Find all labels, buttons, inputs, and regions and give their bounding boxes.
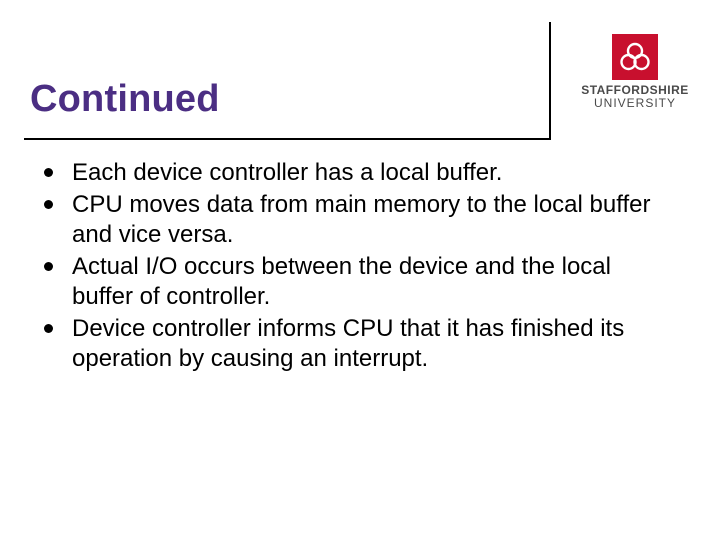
logo-line1: STAFFORDSHIRE bbox=[581, 83, 689, 97]
bullet-text: Actual I/O occurs between the device and… bbox=[72, 253, 611, 310]
list-item: Device controller informs CPU that it ha… bbox=[42, 314, 660, 374]
list-item: CPU moves data from main memory to the l… bbox=[42, 190, 660, 250]
body-text: Each device controller has a local buffe… bbox=[42, 158, 660, 376]
divider-vertical bbox=[549, 22, 551, 138]
list-item: Actual I/O occurs between the device and… bbox=[42, 252, 660, 312]
logo-text: STAFFORDSHIRE UNIVERSITY bbox=[580, 84, 690, 110]
list-item: Each device controller has a local buffe… bbox=[42, 158, 660, 188]
university-logo: STAFFORDSHIRE UNIVERSITY bbox=[580, 34, 690, 110]
logo-mark bbox=[612, 34, 658, 80]
bullet-text: CPU moves data from main memory to the l… bbox=[72, 191, 650, 248]
bullet-text: Device controller informs CPU that it ha… bbox=[72, 315, 624, 372]
staffordshire-knot-icon bbox=[618, 40, 652, 74]
slide: Continued STAFFORDSHIRE UNIVERSITY Each … bbox=[0, 0, 720, 540]
logo-line2: UNIVERSITY bbox=[594, 96, 676, 110]
bullet-list: Each device controller has a local buffe… bbox=[42, 158, 660, 374]
divider-horizontal bbox=[24, 138, 551, 140]
bullet-text: Each device controller has a local buffe… bbox=[72, 159, 502, 186]
page-title: Continued bbox=[30, 78, 220, 121]
